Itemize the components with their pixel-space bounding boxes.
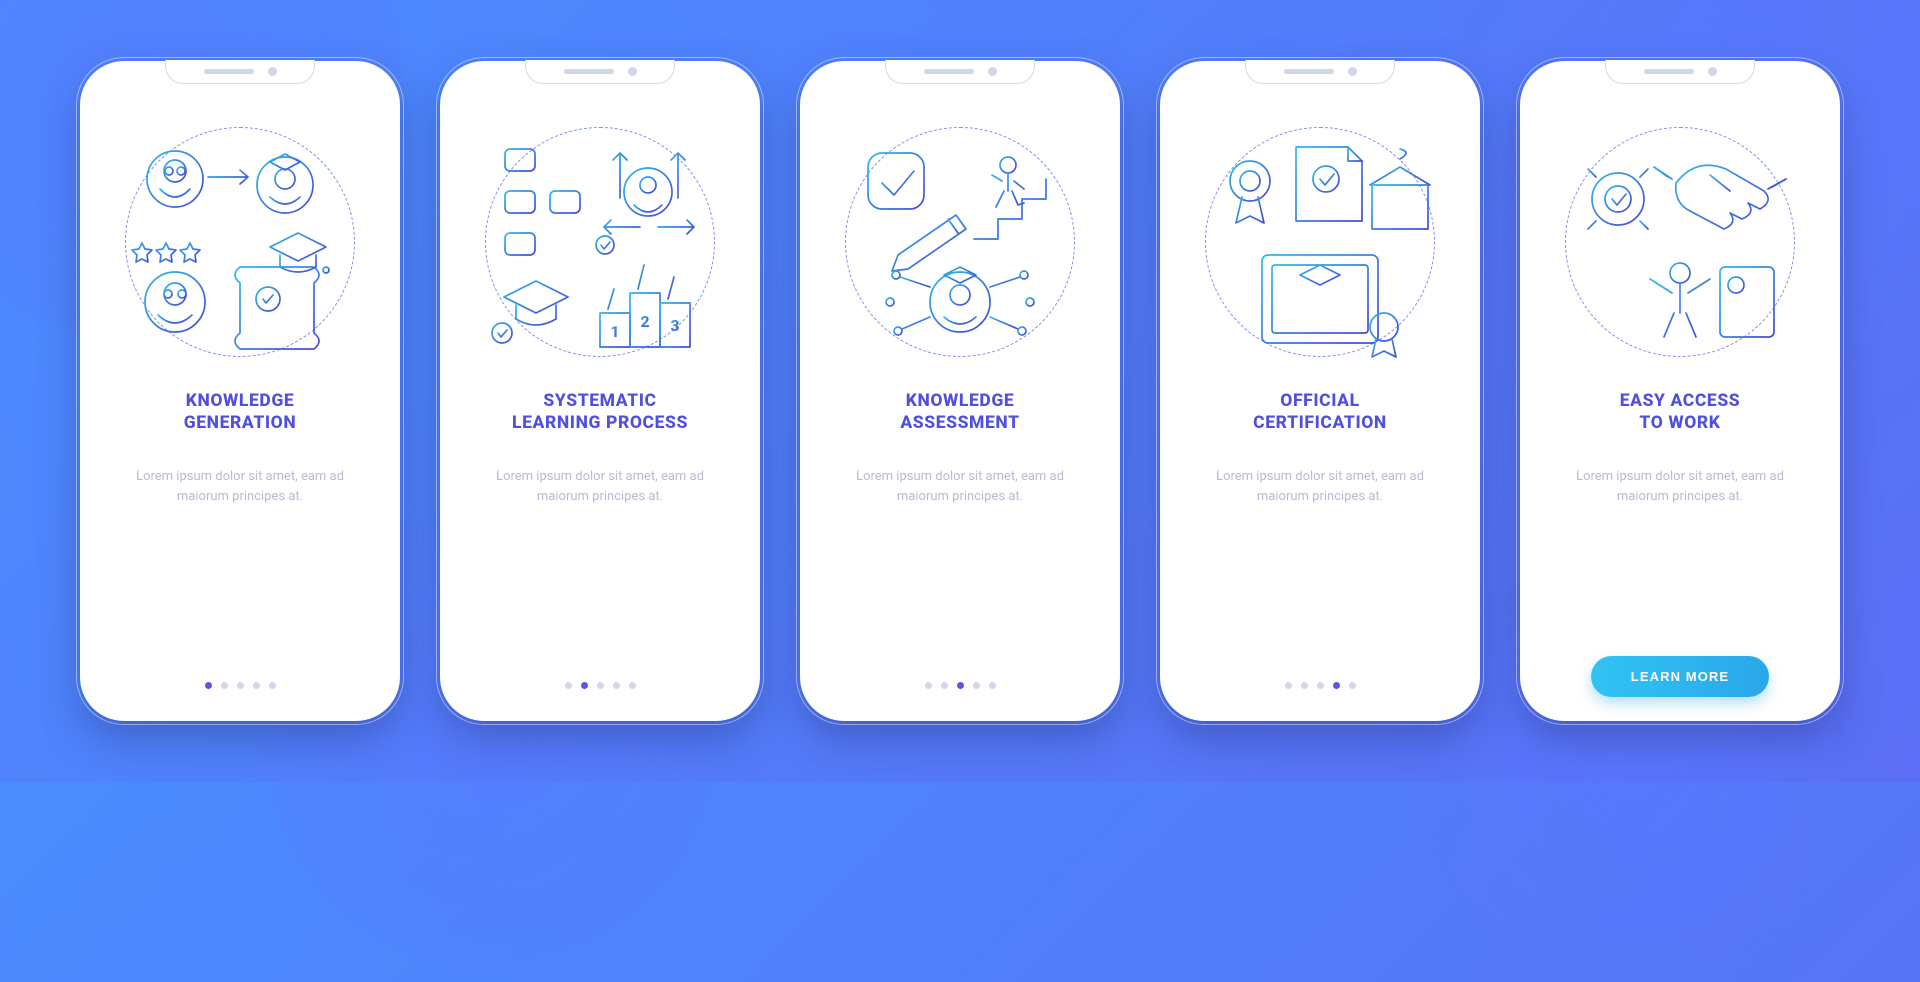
dot[interactable] (597, 682, 604, 689)
screen-title: KNOWLEDGE ASSESSMENT (900, 391, 1019, 437)
title-line-1: OFFICIAL (1280, 391, 1359, 411)
phone-screen-3: KNOWLEDGE ASSESSMENT Lorem ipsum dolor s… (800, 61, 1120, 721)
screen-title: OFFICIAL CERTIFICATION (1253, 391, 1387, 437)
title-line-2: GENERATION (184, 413, 297, 433)
phone-screen-5: EASY ACCESS TO WORK Lorem ipsum dolor si… (1520, 61, 1840, 721)
knowledge-generation-illustration (125, 127, 355, 357)
svg-text:1: 1 (610, 322, 619, 341)
screen-desc: Lorem ipsum dolor sit amet, eam ad maior… (462, 467, 738, 507)
pagination-dots (925, 682, 996, 697)
dot[interactable] (221, 682, 228, 689)
dot[interactable] (925, 682, 932, 689)
title-line-1: EASY ACCESS (1620, 391, 1741, 411)
dot[interactable] (1349, 682, 1356, 689)
phone-notch (885, 60, 1035, 84)
pagination-dots (1285, 682, 1356, 697)
title-line-2: ASSESSMENT (900, 413, 1019, 433)
title-line-1: SYSTEMATIC (543, 391, 656, 411)
dot[interactable] (613, 682, 620, 689)
dot[interactable] (989, 682, 996, 689)
screen-desc: Lorem ipsum dolor sit amet, eam ad maior… (822, 467, 1098, 507)
screen-title: KNOWLEDGE GENERATION (184, 391, 297, 437)
title-line-1: KNOWLEDGE (186, 391, 295, 411)
knowledge-assessment-illustration (845, 127, 1075, 357)
dot[interactable] (1301, 682, 1308, 689)
dot[interactable] (237, 682, 244, 689)
dot[interactable] (941, 682, 948, 689)
phone-notch (525, 60, 675, 84)
easy-access-work-illustration (1565, 127, 1795, 357)
dot[interactable] (269, 682, 276, 689)
phone-screen-2: 1 2 3 SYSTEMATIC LEARNING PROCESS Lorem … (440, 61, 760, 721)
title-line-2: TO WORK (1639, 413, 1720, 433)
dot[interactable] (1285, 682, 1292, 689)
dot[interactable] (973, 682, 980, 689)
screen-title: SYSTEMATIC LEARNING PROCESS (512, 391, 688, 437)
svg-text:2: 2 (640, 312, 649, 331)
dot-active[interactable] (581, 682, 588, 689)
dot-active[interactable] (1333, 682, 1340, 689)
phone-notch (165, 60, 315, 84)
official-certification-illustration (1205, 127, 1435, 357)
phone-notch (1245, 60, 1395, 84)
title-line-2: CERTIFICATION (1253, 413, 1387, 433)
dot-active[interactable] (957, 682, 964, 689)
pagination-dots (205, 682, 276, 697)
screen-desc: Lorem ipsum dolor sit amet, eam ad maior… (1182, 467, 1458, 507)
phone-notch (1605, 60, 1755, 84)
systematic-learning-illustration: 1 2 3 (485, 127, 715, 357)
learn-more-button[interactable]: LEARN MORE (1591, 656, 1769, 697)
screen-title: EASY ACCESS TO WORK (1620, 391, 1741, 437)
dot[interactable] (253, 682, 260, 689)
title-line-1: KNOWLEDGE (906, 391, 1015, 411)
phone-screen-1: KNOWLEDGE GENERATION Lorem ipsum dolor s… (80, 61, 400, 721)
dot[interactable] (1317, 682, 1324, 689)
screen-desc: Lorem ipsum dolor sit amet, eam ad maior… (1542, 467, 1818, 507)
dot[interactable] (629, 682, 636, 689)
dot[interactable] (565, 682, 572, 689)
title-line-2: LEARNING PROCESS (512, 413, 688, 433)
screen-desc: Lorem ipsum dolor sit amet, eam ad maior… (102, 467, 378, 507)
phone-screen-4: OFFICIAL CERTIFICATION Lorem ipsum dolor… (1160, 61, 1480, 721)
pagination-dots (565, 682, 636, 697)
dot-active[interactable] (205, 682, 212, 689)
svg-text:3: 3 (670, 316, 679, 335)
phones-row: KNOWLEDGE GENERATION Lorem ipsum dolor s… (80, 61, 1840, 721)
